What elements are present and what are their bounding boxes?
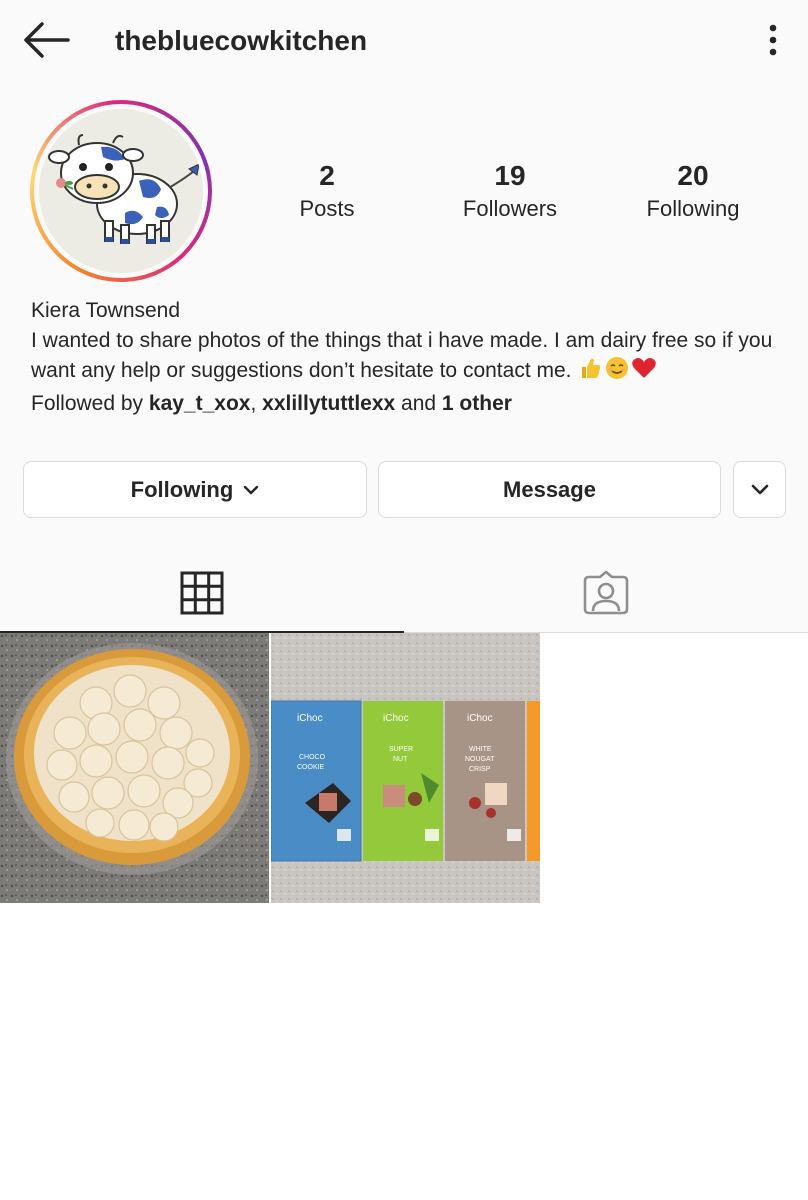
posts-count: 2 bbox=[319, 160, 335, 191]
followers-label: Followers bbox=[462, 196, 558, 221]
avatar bbox=[39, 109, 203, 273]
bar3-flavor-2: NOUGAT bbox=[465, 756, 495, 763]
message-button[interactable]: Message bbox=[378, 461, 721, 518]
chevron-down-icon bbox=[751, 484, 769, 495]
bio-text: I wanted to share photos of the things t… bbox=[31, 329, 773, 382]
following-button-label: Following bbox=[130, 476, 234, 502]
chevron-down-icon bbox=[243, 485, 259, 495]
following-label: Following bbox=[646, 196, 740, 221]
back-button[interactable] bbox=[18, 18, 74, 62]
tab-tagged[interactable] bbox=[404, 555, 808, 631]
bar2-flavor-1: SUPER bbox=[389, 746, 413, 753]
followed-by-prefix: Followed by bbox=[31, 392, 149, 415]
bar3-brand: iChoc bbox=[467, 713, 493, 724]
profile-bio: Kiera Townsend I wanted to share photos … bbox=[31, 296, 791, 419]
followed-by-line: Followed by kay_t_xox, xxlillytuttlexx a… bbox=[31, 389, 791, 419]
followed-others-link[interactable]: 1 other bbox=[442, 392, 512, 415]
meringue-pie-image bbox=[0, 633, 269, 903]
bar1-brand: iChoc bbox=[297, 713, 323, 724]
profile-username: thebluecowkitchen bbox=[115, 25, 368, 56]
following-button[interactable]: Following bbox=[23, 461, 367, 518]
more-options-button[interactable] bbox=[758, 18, 788, 62]
arrow-left-icon bbox=[24, 22, 70, 58]
followed-and-text: and bbox=[395, 392, 442, 415]
bar3-flavor-3: CRISP bbox=[469, 766, 491, 773]
followed-user-link[interactable]: xxlillytuttlexx bbox=[262, 392, 395, 415]
bio-text-block: I wanted to share photos of the things t… bbox=[31, 326, 791, 389]
grid-icon bbox=[180, 571, 224, 615]
following-stat[interactable]: 20 Following bbox=[613, 158, 773, 224]
profile-full-name: Kiera Townsend bbox=[31, 299, 181, 322]
bar1-flavor-1: CHOCO bbox=[299, 754, 326, 761]
post-thumbnail-pie[interactable] bbox=[0, 633, 269, 903]
followed-user-link[interactable]: kay_t_xox bbox=[149, 392, 251, 415]
followers-stat[interactable]: 19 Followers bbox=[430, 158, 590, 224]
chocolate-bars-image: iChoc CHOCO COOKIE iChoc SUPER NUT iChoc… bbox=[271, 633, 540, 903]
bar3-flavor-1: WHITE bbox=[469, 746, 492, 753]
profile-page: thebluecowkitchen 2 Posts 19 Followers 2… bbox=[0, 0, 808, 1200]
red-heart-icon bbox=[631, 356, 657, 389]
bar1-flavor-2: COOKIE bbox=[297, 764, 325, 771]
posts-stat[interactable]: 2 Posts bbox=[247, 158, 407, 224]
followers-count: 19 bbox=[494, 160, 526, 191]
tagged-person-icon bbox=[583, 571, 629, 615]
cow-drawing-image bbox=[39, 109, 203, 273]
bar2-flavor-2: NUT bbox=[393, 756, 408, 763]
more-vertical-icon bbox=[769, 24, 777, 56]
smiling-face-icon bbox=[605, 356, 629, 389]
message-button-label: Message bbox=[503, 476, 596, 502]
thumbs-up-icon bbox=[579, 356, 603, 389]
posts-label: Posts bbox=[299, 196, 355, 221]
bar2-brand: iChoc bbox=[383, 713, 409, 724]
followed-separator: , bbox=[250, 392, 263, 415]
following-count: 20 bbox=[677, 160, 709, 191]
post-thumbnail-chocolate[interactable]: iChoc CHOCO COOKIE iChoc SUPER NUT iChoc… bbox=[271, 633, 540, 903]
story-ring[interactable] bbox=[30, 100, 212, 282]
tab-posts-grid[interactable] bbox=[0, 555, 404, 631]
suggested-accounts-button[interactable] bbox=[733, 461, 786, 518]
